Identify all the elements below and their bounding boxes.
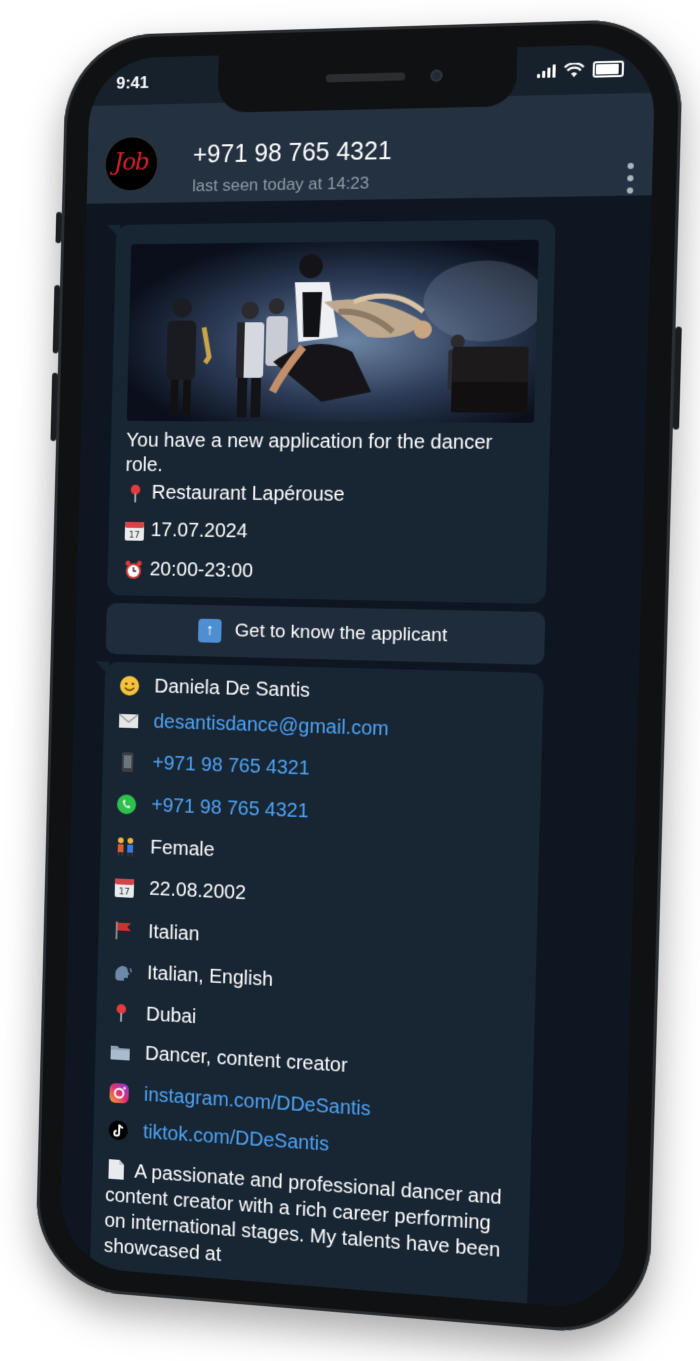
pin-icon: [109, 1001, 132, 1026]
up-arrow-icon: ↑: [197, 618, 222, 643]
last-seen-status: last seen today at 14:23: [191, 173, 370, 196]
volume-up-button: [52, 285, 61, 354]
signal-icon: [536, 63, 556, 79]
applicant-tiktok-row: tiktok.com/DDeSantis: [107, 1118, 330, 1157]
applicant-birthdate: 22.08.2002: [148, 877, 247, 904]
volume-down-button: [50, 372, 58, 442]
tiktok-icon: [107, 1118, 130, 1143]
get-to-know-applicant-button[interactable]: ↑ Get to know the applicant: [105, 602, 546, 665]
svg-text:17: 17: [119, 887, 130, 897]
applicant-phone-row: +971 98 765 4321: [116, 750, 310, 780]
applicant-name: Daniela De Santis: [154, 675, 311, 702]
status-time: 9:41: [116, 73, 150, 93]
speaking-head-icon: [111, 959, 134, 984]
envelope-icon: [117, 709, 140, 733]
more-options-icon[interactable]: [626, 162, 636, 194]
applicant-tiktok-link[interactable]: tiktok.com/DDeSantis: [143, 1121, 329, 1156]
folder-icon: [108, 1040, 131, 1065]
applicant-phone-link[interactable]: +971 98 765 4321: [152, 752, 310, 780]
applicant-gender-row: Female: [114, 834, 215, 862]
pin-icon: [125, 482, 147, 504]
job-date: 17.07.2024: [150, 519, 248, 543]
mobile-phone-icon: [116, 750, 139, 774]
job-time-line: 20:00-23:00: [123, 558, 254, 583]
instagram-icon: [107, 1081, 130, 1106]
job-time: 20:00-23:00: [149, 558, 254, 583]
applicant-bio: A passionate and professional dancer and…: [104, 1157, 514, 1291]
applicant-whatsapp-row: +971 98 765 4321: [115, 792, 309, 823]
people-holding-hands-icon: [114, 834, 137, 858]
battery-icon: [592, 60, 625, 78]
applicant-nationality: Italian: [147, 920, 200, 945]
calendar-icon: 17: [124, 519, 146, 541]
applicant-languages-row: Italian, English: [111, 959, 274, 991]
phone-frame: 9:41 Job +971 98 765 4321 last seen toda…: [34, 17, 684, 1338]
applicant-whatsapp-link[interactable]: +971 98 765 4321: [151, 794, 309, 823]
applicant-nationality-row: Italian: [112, 918, 200, 946]
status-icons: [536, 60, 625, 80]
front-camera: [430, 69, 443, 82]
job-date-line: 17 17.07.2024: [124, 519, 248, 543]
silent-switch: [55, 211, 62, 244]
power-button: [672, 326, 682, 430]
applicant-city-row: Dubai: [109, 1001, 197, 1030]
calendar-icon: 17: [113, 875, 136, 900]
applicant-instagram-link[interactable]: instagram.com/DDeSantis: [144, 1084, 371, 1121]
avatar-logo-text: Job: [113, 147, 150, 176]
applicant-city: Dubai: [145, 1003, 197, 1028]
whatsapp-icon: [115, 792, 138, 816]
get-to-know-label: Get to know the applicant: [234, 620, 448, 647]
applicant-email-row: desantisdance@gmail.com: [117, 709, 389, 741]
contact-avatar[interactable]: Job: [104, 135, 159, 192]
job-message-bubble: You have a new application for the dance…: [107, 219, 556, 604]
document-icon: [106, 1158, 127, 1181]
applicant-profession: Dancer, content creator: [144, 1042, 348, 1077]
job-location: Restaurant Lapérouse: [151, 481, 345, 506]
smiling-face-icon: [118, 674, 142, 698]
applicant-profession-row: Dancer, content creator: [108, 1040, 348, 1078]
applicant-profile-bubble: Daniela De Santis desantisdance@gmail.co…: [88, 661, 544, 1312]
applicant-birthdate-row: 17 22.08.2002: [113, 875, 247, 905]
contact-name[interactable]: +971 98 765 4321: [193, 137, 392, 170]
applicant-instagram-row: instagram.com/DDeSantis: [107, 1081, 371, 1122]
red-flag-icon: [112, 918, 135, 943]
svg-text:17: 17: [129, 530, 140, 540]
applicant-languages: Italian, English: [146, 961, 274, 991]
application-message-text: You have a new application for the dance…: [125, 429, 493, 477]
event-photo: [126, 239, 539, 423]
chat-area[interactable]: You have a new application for the dance…: [59, 195, 652, 1312]
speaker: [325, 72, 406, 83]
notch: [217, 47, 518, 113]
applicant-name-row: Daniela De Santis: [118, 674, 310, 703]
job-location-line: Restaurant Lapérouse: [125, 482, 345, 507]
wifi-icon: [564, 62, 585, 77]
alarm-clock-icon: [123, 559, 145, 581]
applicant-gender: Female: [150, 836, 215, 861]
phone-screen: 9:41 Job +971 98 765 4321 last seen toda…: [59, 43, 656, 1312]
applicant-email-link[interactable]: desantisdance@gmail.com: [153, 711, 389, 741]
applicant-bio-text: A passionate and professional dancer and…: [103, 1160, 503, 1266]
